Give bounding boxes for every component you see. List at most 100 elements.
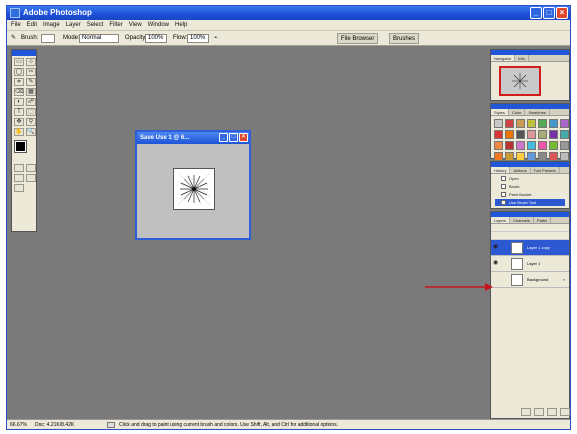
style-swatch[interactable] — [494, 141, 503, 150]
tab-styles[interactable]: Styles — [491, 109, 509, 115]
brush-preset-picker[interactable] — [41, 34, 55, 43]
image-canvas[interactable] — [173, 168, 215, 210]
opacity-input[interactable]: 100% — [145, 34, 167, 43]
document-title-bar[interactable]: Save Use 1 @ 6... _ □ × — [137, 132, 249, 144]
history-item-current[interactable]: Use Brush Tool — [495, 199, 565, 206]
style-swatch[interactable] — [560, 141, 569, 150]
standard-mode-icon[interactable] — [14, 164, 24, 172]
style-swatch[interactable] — [549, 152, 558, 161]
full-screen-icon[interactable] — [26, 174, 36, 182]
menu-edit[interactable]: Edit — [27, 20, 37, 30]
status-menu-arrow[interactable] — [107, 422, 115, 428]
document-window[interactable]: Save Use 1 @ 6... _ □ × — [135, 130, 251, 240]
minimize-button[interactable]: _ — [530, 7, 542, 19]
screen-mode-icon[interactable] — [14, 174, 24, 182]
airbrush-icon[interactable]: ⌁ — [214, 34, 218, 43]
style-swatch[interactable] — [549, 119, 558, 128]
style-swatch[interactable] — [538, 141, 547, 150]
style-swatch[interactable] — [494, 119, 503, 128]
style-swatch[interactable] — [538, 119, 547, 128]
menu-file[interactable]: File — [11, 20, 21, 30]
new-set-icon[interactable] — [547, 408, 557, 416]
style-swatch[interactable] — [505, 130, 514, 139]
style-swatch[interactable] — [516, 152, 525, 161]
gradient-tool[interactable]: ▦ — [26, 88, 36, 96]
menu-filter[interactable]: Filter — [109, 20, 122, 30]
style-swatch[interactable] — [549, 141, 558, 150]
tab-paths[interactable]: Paths — [534, 217, 552, 223]
mask-icon[interactable] — [534, 408, 544, 416]
lock-row[interactable] — [491, 232, 569, 240]
marquee-tool[interactable]: ▭ — [14, 58, 24, 66]
menu-layer[interactable]: Layer — [66, 20, 81, 30]
style-swatch[interactable] — [494, 152, 503, 161]
close-button[interactable]: × — [556, 7, 568, 19]
foreground-color[interactable] — [14, 140, 27, 153]
path-tool[interactable]: ☍ — [26, 98, 36, 106]
move-tool[interactable]: ⊹ — [26, 58, 36, 66]
notes-tool[interactable]: ✥ — [14, 118, 24, 126]
style-swatch[interactable] — [560, 152, 569, 161]
menu-view[interactable]: View — [129, 20, 142, 30]
mode-select[interactable]: Normal — [79, 34, 119, 43]
tab-history[interactable]: History — [491, 167, 511, 173]
tab-swatches[interactable]: Swatches — [525, 109, 550, 115]
style-swatch[interactable] — [527, 152, 536, 161]
crop-tool[interactable]: ✂ — [26, 68, 36, 76]
history-item-brush[interactable]: Brush — [495, 183, 565, 190]
style-swatch[interactable] — [549, 130, 558, 139]
style-swatch[interactable] — [560, 119, 569, 128]
layer-row[interactable]: ◉ Layer 1 — [491, 256, 569, 272]
style-swatch[interactable] — [505, 152, 514, 161]
doc-close-button[interactable]: × — [239, 133, 248, 142]
style-swatch[interactable] — [538, 130, 547, 139]
file-browser-tab[interactable]: File Browser — [337, 33, 379, 44]
menu-image[interactable]: Image — [43, 20, 60, 30]
document-size[interactable]: Doc: 4.21K/8.42K — [35, 420, 74, 429]
eye-icon[interactable] — [493, 276, 499, 282]
maximize-button[interactable]: □ — [543, 7, 555, 19]
zoom-tool[interactable]: 🔍 — [26, 128, 36, 136]
blend-mode-row[interactable] — [491, 224, 569, 232]
brush-tool-icon[interactable]: ✎ — [11, 34, 16, 43]
hand-tool[interactable]: ✋ — [14, 128, 24, 136]
style-swatch[interactable] — [494, 130, 503, 139]
navigator-view-box[interactable] — [499, 66, 541, 96]
quick-mask-icon[interactable] — [26, 164, 36, 172]
style-swatch[interactable] — [527, 141, 536, 150]
new-layer-icon[interactable] — [560, 408, 570, 416]
tab-actions[interactable]: Actions — [510, 167, 531, 173]
style-swatch[interactable] — [505, 119, 514, 128]
history-item-open[interactable]: Open — [495, 175, 565, 182]
menu-window[interactable]: Window — [148, 20, 169, 30]
style-swatch[interactable] — [516, 130, 525, 139]
type-tool[interactable]: T — [14, 108, 24, 116]
brush-tool[interactable]: ✎ — [26, 78, 36, 86]
menu-help[interactable]: Help — [175, 20, 187, 30]
style-swatch[interactable] — [527, 130, 536, 139]
eye-icon[interactable]: ◉ — [493, 244, 499, 250]
history-item-paint-bucket[interactable]: Paint Bucket — [495, 191, 565, 198]
lasso-tool[interactable]: ◯ — [14, 68, 24, 76]
tab-navigator[interactable]: Navigator — [491, 55, 516, 61]
style-swatch[interactable] — [538, 152, 547, 161]
eye-icon[interactable]: ◉ — [493, 260, 499, 266]
doc-minimize-button[interactable]: _ — [219, 133, 228, 142]
layer-row-copy[interactable]: ◉ Layer 1 copy — [491, 240, 569, 256]
brushes-tab[interactable]: Brushes — [389, 33, 420, 44]
shape-tool[interactable]: ⬚ — [26, 108, 36, 116]
eyedropper-tool[interactable]: ⚲ — [26, 118, 36, 126]
dodge-tool[interactable]: ◐ — [14, 98, 24, 106]
eraser-tool[interactable]: ⌫ — [14, 88, 24, 96]
style-swatch[interactable] — [505, 141, 514, 150]
tab-info[interactable]: Info — [515, 55, 529, 61]
tab-layers[interactable]: Layers — [491, 217, 511, 223]
tab-tool-presets[interactable]: Tool Presets — [531, 167, 560, 173]
tab-channels[interactable]: Channels — [510, 217, 534, 223]
doc-maximize-button[interactable]: □ — [229, 133, 238, 142]
slice-tool[interactable]: ⌗ — [14, 78, 24, 86]
zoom-level[interactable]: 66.67% — [10, 420, 27, 429]
flow-input[interactable]: 100% — [187, 34, 209, 43]
style-swatch[interactable] — [516, 141, 525, 150]
style-swatch[interactable] — [516, 119, 525, 128]
